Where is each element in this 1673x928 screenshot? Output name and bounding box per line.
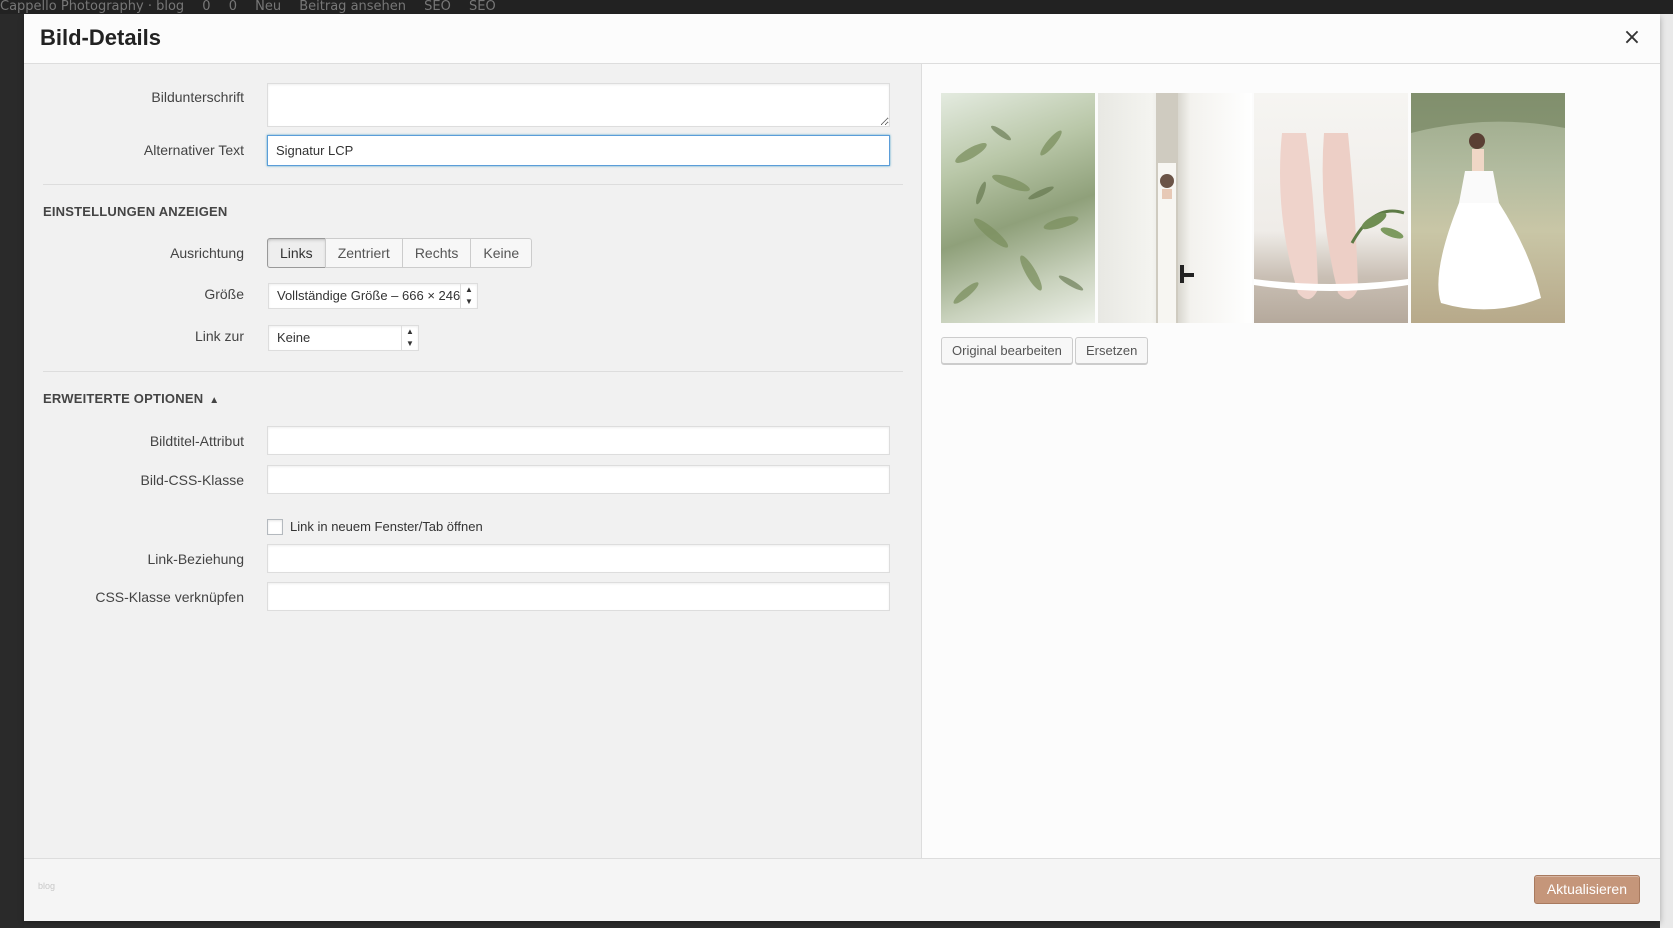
- bride-door-photo: [1098, 93, 1252, 323]
- caption-field[interactable]: [267, 83, 890, 127]
- display-settings-heading: EINSTELLUNGEN ANZEIGEN: [43, 204, 228, 219]
- pink-shoes-photo: [1254, 93, 1408, 323]
- background-bottom: [24, 920, 1660, 928]
- olive-branch-photo: [941, 93, 1095, 323]
- image-title-field[interactable]: [267, 426, 890, 455]
- admin-bar: Cappello Photography · blog 0 0 Neu Beit…: [0, 0, 1673, 14]
- bride-field-photo: [1411, 93, 1565, 323]
- alt-text-label: Alternativer Text: [143, 142, 244, 158]
- align-center-button[interactable]: Zentriert: [324, 238, 403, 268]
- edit-original-button[interactable]: Original bearbeiten: [941, 337, 1073, 364]
- align-left-button[interactable]: Links: [267, 238, 326, 268]
- background-page-edge: [1660, 14, 1673, 928]
- modal-footer: blog Aktualisieren: [24, 858, 1660, 921]
- image-css-class-label: Bild-CSS-Klasse: [140, 472, 244, 488]
- caret-up-icon: ▲: [209, 395, 220, 406]
- replace-button[interactable]: Ersetzen: [1075, 337, 1149, 364]
- preview-pane: Original bearbeiten Ersetzen: [922, 64, 1660, 858]
- link-rel-field[interactable]: [267, 544, 890, 573]
- admin-bar-seo: SEO: [424, 0, 451, 14]
- select-arrows-icon: ▲ ▼: [401, 326, 418, 350]
- admin-bar-updates: 0: [202, 0, 211, 14]
- new-window-checkbox[interactable]: [267, 519, 283, 535]
- alignment-button-group: Links Zentriert Rechts Keine: [267, 238, 533, 268]
- divider: [43, 371, 903, 372]
- link-to-select[interactable]: Keine ▲ ▼: [268, 325, 419, 351]
- settings-pane: Bildunterschrift Alternativer Text EINST…: [24, 64, 922, 858]
- modal-header: Bild-Details ×: [24, 14, 1660, 64]
- modal-title: Bild-Details: [40, 25, 162, 50]
- link-css-class-field[interactable]: [267, 582, 890, 611]
- select-arrows-icon: ▲ ▼: [460, 284, 477, 308]
- align-none-button[interactable]: Keine: [470, 238, 533, 268]
- close-icon[interactable]: ×: [1620, 26, 1644, 50]
- admin-bar-seo-2: SEO: [469, 0, 496, 14]
- caption-label: Bildunterschrift: [151, 89, 244, 105]
- size-select[interactable]: Vollständige Größe – 666 × 246 ▲ ▼: [268, 283, 478, 309]
- admin-bar-comments: 0: [228, 0, 237, 14]
- admin-bar-view-post: Beitrag ansehen: [299, 0, 407, 14]
- image-preview: [941, 93, 1565, 323]
- alignment-label: Ausrichtung: [170, 245, 244, 261]
- advanced-options-toggle[interactable]: ERWEITERTE OPTIONEN ▲: [43, 391, 219, 406]
- update-button[interactable]: Aktualisieren: [1533, 875, 1640, 904]
- align-right-button[interactable]: Rechts: [401, 238, 472, 268]
- divider: [43, 184, 903, 185]
- new-window-label[interactable]: Link in neuem Fenster/Tab öffnen: [290, 519, 483, 534]
- link-to-select-value: Keine: [277, 330, 311, 345]
- link-css-class-label: CSS-Klasse verknüpfen: [95, 589, 244, 605]
- size-select-value: Vollständige Größe – 666 × 246: [277, 288, 461, 303]
- advanced-options-heading: ERWEITERTE OPTIONEN: [43, 391, 204, 406]
- image-css-class-field[interactable]: [267, 465, 890, 494]
- size-label: Größe: [204, 286, 244, 302]
- image-details-modal: Bild-Details × Bildunterschrift Alternat…: [24, 14, 1660, 921]
- footer-note: blog: [38, 881, 56, 891]
- alt-text-field[interactable]: [267, 135, 890, 166]
- admin-sidebar: [0, 14, 24, 928]
- link-rel-label: Link-Beziehung: [147, 551, 244, 567]
- image-title-label: Bildtitel-Attribut: [149, 433, 244, 449]
- admin-bar-new: Neu: [255, 0, 282, 14]
- admin-bar-site: Cappello Photography · blog: [0, 0, 185, 14]
- link-to-label: Link zur: [194, 328, 244, 344]
